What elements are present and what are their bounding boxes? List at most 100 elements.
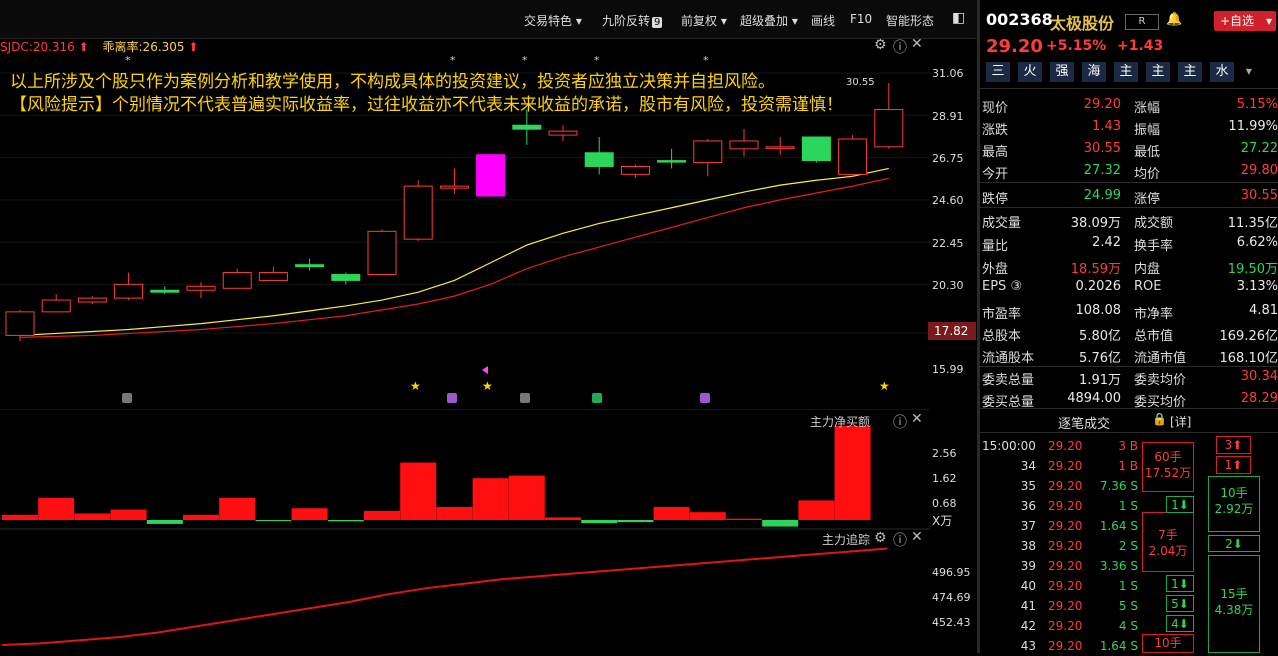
quote-value: 30.34 — [1241, 369, 1278, 384]
last-price: 29.20 — [986, 36, 1043, 57]
concept-tag[interactable]: 主 — [1114, 62, 1138, 82]
candle-body — [259, 273, 287, 281]
net-buy-bar — [183, 515, 219, 520]
event-icon — [122, 393, 132, 403]
sub2-axis-label: 474.69 — [932, 591, 971, 604]
concept-tag[interactable]: 海 — [1082, 62, 1106, 82]
tick-time: 34 — [1021, 459, 1036, 473]
net-buy-bar — [473, 478, 509, 520]
f10-button[interactable]: F10 — [850, 12, 872, 26]
concept-tag[interactable]: 主 — [1146, 62, 1170, 82]
tracking-chart[interactable] — [0, 530, 930, 653]
settings-icon[interactable]: ⚙ — [874, 530, 887, 546]
quote-value: 5.80亿 — [1079, 325, 1121, 344]
candle-body — [78, 298, 106, 302]
tick-volume: 7.36 S — [1100, 479, 1138, 493]
help-icon[interactable]: ⓘ — [893, 412, 907, 432]
net-buy-bar — [545, 517, 581, 520]
tick-time: 41 — [1021, 599, 1036, 613]
overlay-menu[interactable]: 超级叠加 ▾ — [740, 12, 798, 29]
quote-label: 涨幅 — [1134, 97, 1160, 116]
divider — [980, 182, 1278, 183]
candle-body — [368, 231, 396, 274]
concept-tag[interactable]: 三 — [986, 62, 1010, 82]
tick-price: 29.20 — [1048, 519, 1082, 533]
draw-line-button[interactable]: 画线 — [811, 12, 835, 29]
smart-pattern-button[interactable]: 智能形态 — [886, 12, 934, 29]
tick-price: 29.20 — [1048, 559, 1082, 573]
quote-value: 18.59万 — [1071, 258, 1121, 277]
net-buy-bar — [328, 520, 364, 521]
net-buy-chart[interactable] — [0, 412, 930, 530]
tick-time: 39 — [1021, 559, 1036, 573]
close-icon[interactable]: ✕ — [911, 411, 923, 427]
tick-volume: 5 S — [1119, 599, 1138, 613]
quote-value: 108.08 — [1076, 303, 1122, 318]
tick-volume: 2 S — [1119, 539, 1138, 553]
quote-label: 换手率 — [1134, 235, 1173, 254]
y-axis-label: 22.45 — [932, 237, 964, 250]
close-icon[interactable]: ✕ — [911, 529, 923, 545]
divider — [980, 408, 1278, 409]
net-buy-bar — [219, 498, 255, 520]
quote-value: 11.99% — [1228, 119, 1278, 134]
candle-body — [404, 186, 432, 239]
tick-time: 35 — [1021, 479, 1036, 493]
concept-tag[interactable]: 主 — [1178, 62, 1202, 82]
candle-body — [839, 139, 867, 174]
quote-label: ROE — [1134, 279, 1161, 294]
help-icon[interactable]: ⓘ — [893, 530, 907, 550]
marker-asterisk: * — [703, 54, 709, 67]
tick-price: 29.20 — [1048, 479, 1082, 493]
bell-icon[interactable]: 🔔 — [1166, 12, 1182, 27]
candle-body — [549, 131, 577, 135]
y-axis-label: 31.06 — [932, 67, 964, 80]
quote-label: EPS ③ — [982, 279, 1022, 294]
candle-body — [875, 110, 903, 147]
quote-label: 流通股本 — [982, 347, 1034, 366]
trading-features-menu[interactable]: 交易特色 ▾ — [524, 12, 582, 29]
quote-row: 总股本5.80亿总市值169.26亿 — [980, 323, 1278, 343]
net-buy-bar — [762, 520, 798, 527]
quote-value: 24.99 — [1084, 188, 1121, 203]
candle-body — [332, 275, 360, 281]
quote-value: 30.55 — [1084, 141, 1121, 156]
sub1-axis-label: 0.68 — [932, 497, 957, 510]
lock-icon[interactable]: 🔒 — [1152, 412, 1167, 426]
quote-row: 现价29.20涨幅5.15% — [980, 95, 1278, 115]
candle-body — [187, 286, 215, 290]
sub1-axis-label: 2.56 — [932, 447, 957, 460]
concept-tag[interactable]: 火 — [1018, 62, 1042, 82]
quote-label: 量比 — [982, 235, 1008, 254]
order-count-box: 1⬆ — [1216, 456, 1251, 474]
tick-price: 29.20 — [1048, 619, 1082, 633]
order-count-box: 5⬇ — [1166, 595, 1194, 612]
tick-price: 29.20 — [1048, 579, 1082, 593]
order-count-box: 4⬇ — [1166, 615, 1194, 632]
ticks-detail-link[interactable]: [详] — [1170, 413, 1191, 430]
nine-step-reversal-button[interactable]: 九阶反转9 — [602, 12, 662, 29]
tick-volume: 4 S — [1119, 619, 1138, 633]
adjust-mode-menu[interactable]: 前复权 ▾ — [681, 12, 727, 29]
quote-label: 振幅 — [1134, 119, 1160, 138]
tick-price: 29.20 — [1048, 459, 1082, 473]
big-order-box: 60手17.52万 — [1142, 442, 1194, 492]
quote-label: 外盘 — [982, 258, 1008, 277]
flag-icon — [482, 366, 488, 374]
star-icon: ★ — [879, 379, 890, 393]
concept-tag[interactable]: 强 — [1050, 62, 1074, 82]
quote-row: 委买总量4894.00委买均价28.29 — [980, 389, 1278, 409]
add-watchlist-button[interactable]: +自选▾ — [1214, 11, 1276, 31]
quote-label: 成交量 — [982, 212, 1021, 231]
quote-row: 成交量38.09万成交额11.35亿 — [980, 210, 1278, 230]
concept-tag[interactable]: 水 — [1210, 62, 1234, 82]
marker-asterisk: * — [450, 54, 456, 67]
tick-time: 37 — [1021, 519, 1036, 533]
net-buy-bar — [147, 520, 183, 524]
r-badge: R — [1125, 14, 1159, 30]
ma-line-red — [20, 178, 889, 337]
quote-value: 29.20 — [1084, 97, 1121, 112]
chevron-down-icon[interactable]: ▾ — [1246, 64, 1252, 78]
quote-label: 市净率 — [1134, 303, 1173, 322]
panel-toggle-icon[interactable]: ◧ — [952, 10, 965, 26]
